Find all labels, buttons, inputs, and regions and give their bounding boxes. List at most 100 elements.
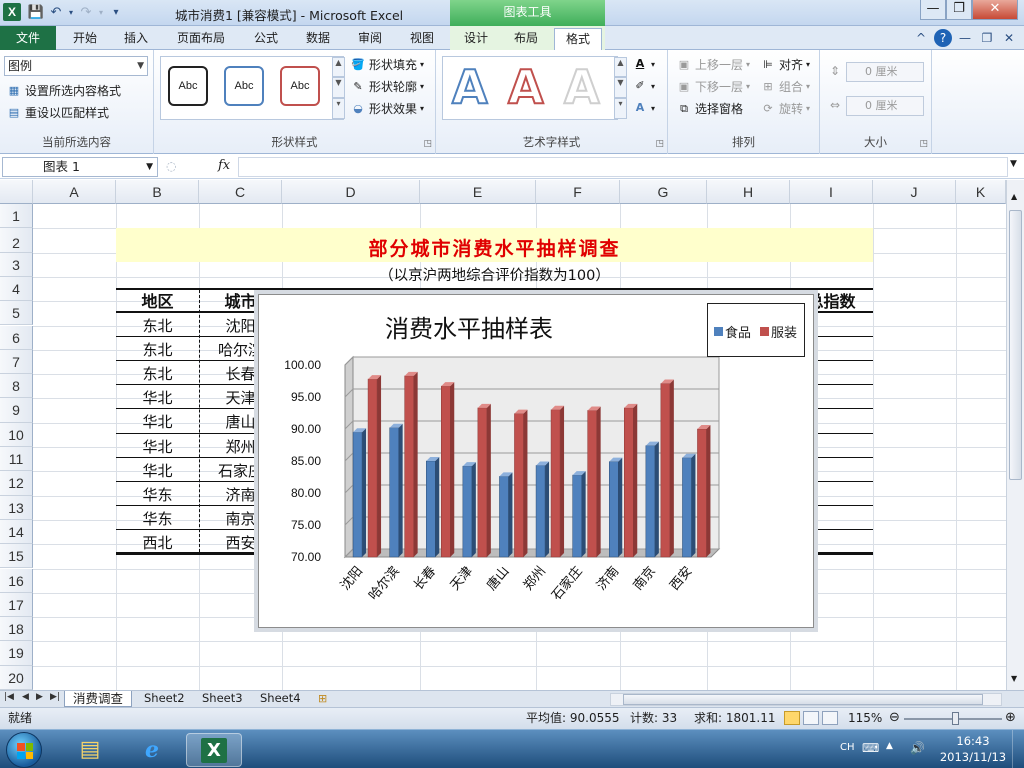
selection-pane-button[interactable]: ⧉ 选择窗格: [676, 100, 743, 117]
shape-width-input[interactable]: 0 厘米: [846, 96, 924, 116]
expand-formula-bar-icon[interactable]: ▼: [1010, 159, 1017, 169]
restore-button[interactable]: ❐: [946, 0, 972, 20]
row-header[interactable]: 19: [0, 641, 33, 666]
embedded-chart[interactable]: 70.00 75.00 80.00 85.00 90.00 95.00 100.00 沈阳 哈尔…: [258, 294, 814, 628]
table-cell-region[interactable]: 东北: [116, 315, 199, 336]
file-explorer-taskbar-icon[interactable]: ▤: [62, 733, 118, 767]
help-icon[interactable]: ?: [934, 29, 952, 47]
excel-taskbar-icon[interactable]: X: [186, 733, 242, 767]
tab-chart-design[interactable]: 设计: [454, 28, 498, 50]
column-header-d[interactable]: D: [282, 180, 420, 204]
table-cell-region[interactable]: 华北: [116, 436, 199, 457]
table-cell-region[interactable]: 华北: [116, 460, 199, 481]
column-header-i[interactable]: I: [790, 180, 873, 204]
volume-icon[interactable]: 🔊: [910, 741, 925, 755]
collapse-ribbon-icon[interactable]: ^: [912, 29, 930, 47]
group-button[interactable]: ⊞ 组合 ▾: [760, 78, 810, 95]
close-button[interactable]: ✕: [972, 0, 1018, 20]
first-sheet-icon[interactable]: |◀: [4, 692, 14, 702]
workbook-close-icon[interactable]: ✕: [1000, 29, 1018, 47]
wordart-style-gray-outline[interactable]: A: [563, 61, 601, 113]
tab-review[interactable]: 审阅: [348, 28, 392, 50]
gallery-more-icon[interactable]: ▾: [332, 98, 345, 119]
format-selection-button[interactable]: ▦ 设置所选内容格式: [6, 82, 121, 99]
page-break-view-icon[interactable]: [822, 711, 838, 725]
tab-page-layout[interactable]: 页面布局: [166, 28, 236, 50]
sheet-tab-sheet3[interactable]: Sheet3: [194, 691, 251, 707]
row-header[interactable]: 12: [0, 471, 33, 496]
row-header[interactable]: 1: [0, 204, 33, 229]
wordart-scroll-down-icon[interactable]: ▼: [614, 77, 627, 98]
size-launcher-icon[interactable]: ◳: [919, 139, 928, 149]
table-cell-region[interactable]: 华东: [116, 508, 199, 529]
minimize-button[interactable]: —: [920, 0, 946, 20]
text-outline-button[interactable]: ✐ ▾: [632, 78, 655, 94]
legend-item-clothing[interactable]: 服装: [760, 322, 797, 341]
name-box[interactable]: 图表 1 ▼: [2, 157, 158, 177]
column-header-h[interactable]: H: [707, 180, 790, 204]
zoom-out-icon[interactable]: ⊖: [889, 708, 900, 728]
column-header-b[interactable]: B: [116, 180, 199, 204]
gallery-scroll-up-icon[interactable]: ▲: [332, 57, 345, 77]
vertical-scrollbar[interactable]: ▲ ▼: [1006, 180, 1024, 690]
column-header-g[interactable]: G: [620, 180, 707, 204]
table-cell-region[interactable]: 华东: [116, 484, 199, 505]
shape-styles-launcher-icon[interactable]: ◳: [423, 139, 432, 149]
column-header-c[interactable]: C: [199, 180, 282, 204]
workbook-minimize-icon[interactable]: —: [956, 29, 974, 47]
row-header[interactable]: 2: [0, 228, 33, 253]
clock-time[interactable]: 16:43: [938, 734, 1008, 748]
tab-insert[interactable]: 插入: [114, 28, 158, 50]
tab-chart-layout[interactable]: 布局: [504, 28, 548, 50]
text-effects-button[interactable]: A ▾: [632, 100, 655, 116]
formula-bar-splitter-icon[interactable]: ◌: [166, 159, 176, 173]
row-header[interactable]: 3: [0, 252, 33, 277]
insert-sheet-icon[interactable]: ⊞: [318, 692, 327, 705]
row-header[interactable]: 8: [0, 374, 33, 399]
tab-home[interactable]: 开始: [62, 28, 108, 50]
row-header[interactable]: 20: [0, 665, 33, 690]
column-header-e[interactable]: E: [420, 180, 536, 204]
wordart-style-blue-outline[interactable]: A: [451, 61, 489, 113]
text-fill-button[interactable]: A ▾: [632, 56, 655, 72]
sheet-title[interactable]: 部分城市消费水平抽样调查: [116, 234, 873, 261]
scroll-up-icon[interactable]: ▲: [1011, 192, 1017, 201]
zoom-level[interactable]: 115%: [848, 708, 882, 728]
wordart-style-red-outline[interactable]: A: [507, 61, 545, 113]
tab-file[interactable]: 文件: [0, 26, 56, 50]
input-language-indicator[interactable]: CH: [840, 742, 855, 753]
wordart-launcher-icon[interactable]: ◳: [655, 139, 664, 149]
normal-view-icon[interactable]: [784, 711, 800, 725]
row-header[interactable]: 11: [0, 447, 33, 472]
shape-height-input[interactable]: 0 厘米: [846, 62, 924, 82]
chart-elements-dropdown[interactable]: 图例 ▼: [4, 56, 148, 76]
sheet-subtitle[interactable]: （以京沪两地综合评价指数为100）: [116, 264, 873, 285]
horizontal-scroll-thumb[interactable]: [623, 694, 983, 705]
scroll-down-icon[interactable]: ▼: [1011, 674, 1017, 683]
show-hidden-icons-icon[interactable]: ▲: [886, 741, 893, 751]
row-header[interactable]: 16: [0, 568, 33, 593]
show-desktop-button[interactable]: [1012, 730, 1024, 768]
row-header[interactable]: 15: [0, 544, 33, 569]
excel-app-icon[interactable]: X: [3, 3, 21, 21]
next-sheet-icon[interactable]: ▶: [36, 692, 43, 702]
vertical-scroll-thumb[interactable]: [1009, 210, 1022, 480]
customize-qat-icon[interactable]: ▾: [106, 4, 126, 22]
table-cell-region[interactable]: 东北: [116, 363, 199, 384]
undo-dropdown-icon[interactable]: ▾: [66, 4, 76, 22]
row-header[interactable]: 7: [0, 349, 33, 375]
undo-icon[interactable]: ↶: [46, 4, 66, 22]
redo-icon[interactable]: ↷: [76, 4, 96, 22]
sheet-tab-sheet2[interactable]: Sheet2: [136, 691, 193, 707]
sheet-tab-sheet4[interactable]: Sheet4: [252, 691, 309, 707]
row-header[interactable]: 10: [0, 422, 33, 447]
prev-sheet-icon[interactable]: ◀: [22, 692, 29, 702]
row-header[interactable]: 4: [0, 276, 33, 302]
formula-input[interactable]: [238, 157, 1008, 177]
table-cell-region[interactable]: 东北: [116, 339, 199, 360]
start-button[interactable]: [6, 732, 42, 768]
row-header[interactable]: 6: [0, 325, 33, 350]
table-cell-region[interactable]: 华北: [116, 387, 199, 408]
column-header-a[interactable]: A: [33, 180, 116, 204]
row-header[interactable]: 5: [0, 301, 33, 326]
